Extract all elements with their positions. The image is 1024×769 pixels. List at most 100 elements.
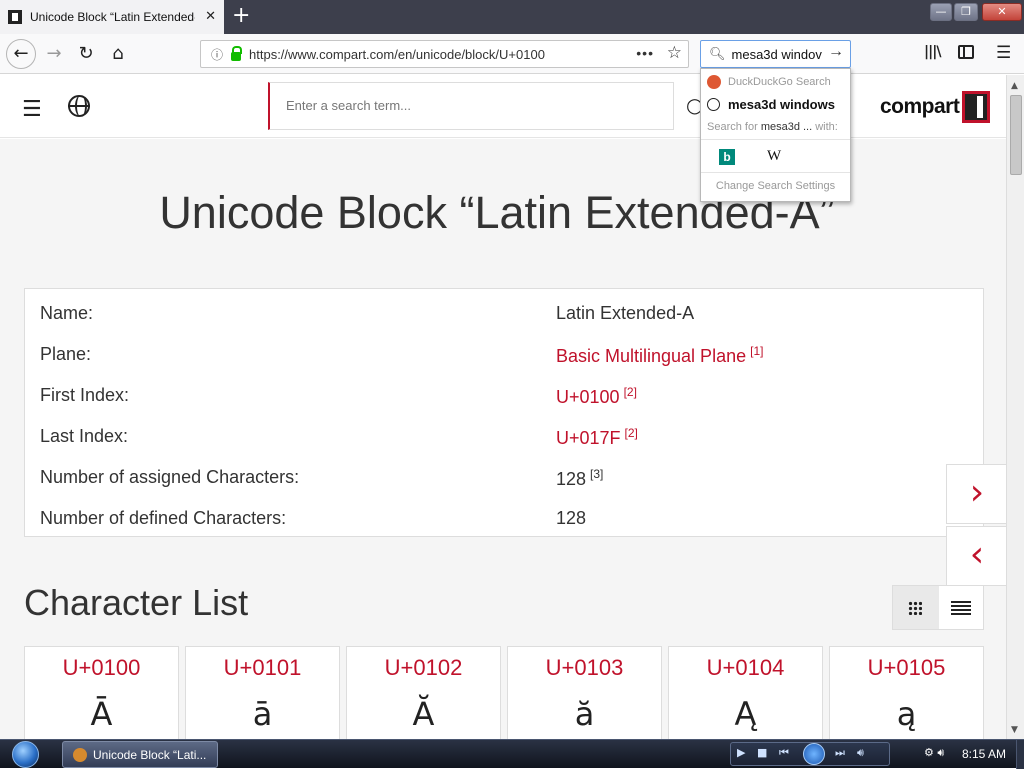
system-tray-icons[interactable]: ⚙ 🔊︎ — [924, 746, 944, 760]
bookmark-star-icon[interactable]: ☆ — [667, 43, 682, 63]
page-scrollbar[interactable]: ▲ ▼ — [1006, 75, 1024, 739]
character-card[interactable]: U+0104 Ą — [668, 646, 823, 739]
char-code: U+0100 — [62, 655, 141, 680]
info-value: 128 — [556, 508, 587, 528]
one-off-engines: b W — [701, 139, 850, 173]
window-maximize-button[interactable]: ❐ — [954, 3, 978, 21]
info-key: Name: — [40, 303, 94, 323]
main-content: Unicode Block “Latin Extended-A” Name: L… — [0, 139, 1006, 739]
new-tab-button[interactable]: + — [232, 3, 250, 28]
url-bar[interactable]: ⓘ https://www.compart.com/en/unicode/blo… — [200, 40, 689, 68]
list-icon — [951, 601, 971, 615]
scroll-up-icon[interactable]: ▲ — [1011, 81, 1018, 91]
compart-logo[interactable]: compart — [880, 91, 991, 123]
logo-mark-icon — [962, 91, 991, 123]
history-clock-icon — [707, 97, 720, 111]
media-play-icon[interactable] — [803, 743, 825, 765]
next-block-chevron-right-icon[interactable]: › — [946, 464, 1006, 524]
character-card[interactable]: U+0101 ā — [185, 646, 340, 739]
start-button[interactable] — [6, 740, 44, 769]
browser-tab[interactable]: Unicode Block “Latin Extended-A” ✕ — [0, 0, 224, 34]
list-view-button[interactable] — [939, 586, 984, 629]
info-row-name: Name: Latin Extended-A — [25, 291, 983, 332]
compart-favicon-icon — [8, 10, 22, 24]
window-close-button[interactable]: ✕ — [982, 3, 1022, 21]
character-card[interactable]: U+0105 ą — [829, 646, 984, 739]
back-arrow-icon[interactable]: ← — [6, 39, 36, 69]
url-text[interactable]: https://www.compart.com/en/unicode/block… — [249, 47, 545, 62]
site-header: ☰ Enter a search term... ○ compart — [0, 75, 1006, 138]
browser-nav-bar: ← → ↻ ⌂ ⓘ https://www.compart.com/en/uni… — [0, 34, 1024, 74]
scroll-thumb[interactable] — [1010, 95, 1022, 175]
library-icon[interactable]: |||\ — [924, 44, 941, 60]
site-info-icon[interactable]: ⓘ — [211, 46, 223, 63]
info-row-plane: Plane: Basic Multilingual Plane [1] — [25, 332, 983, 373]
char-glyph: ă — [574, 695, 595, 733]
char-code: U+0105 — [867, 655, 946, 680]
scroll-down-icon[interactable]: ▼ — [1011, 725, 1018, 735]
footnote-ref[interactable]: [3] — [590, 467, 603, 481]
media-prev-icon[interactable]: ⏮ — [779, 746, 789, 760]
char-glyph: Ă — [412, 695, 435, 733]
footnote-ref[interactable]: [1] — [750, 344, 763, 358]
tab-close-icon[interactable]: ✕ — [205, 9, 216, 24]
page-actions-icon[interactable]: ••• — [636, 45, 654, 61]
lock-icon — [231, 45, 243, 61]
info-value-link[interactable]: U+0100 [2] — [556, 385, 637, 408]
view-toggle — [892, 585, 984, 630]
home-icon[interactable]: ⌂ — [106, 42, 130, 66]
media-stop-icon[interactable]: ■ — [757, 746, 767, 759]
engine-name: DuckDuckGo Search — [728, 76, 831, 88]
wikipedia-icon[interactable]: W — [767, 148, 781, 165]
reload-icon[interactable]: ↻ — [74, 42, 98, 66]
globe-language-icon[interactable] — [68, 95, 90, 117]
media-player-toolbar: ▶ ■ ⏮ ⏭ 🔊︎ — [730, 742, 890, 766]
info-row-defined: Number of defined Characters: 128 — [25, 496, 983, 537]
media-volume-icon[interactable]: 🔊︎ — [857, 746, 864, 760]
info-row-last-index: Last Index: U+017F [2] — [25, 414, 983, 455]
history-suggestion[interactable]: mesa3d windows — [701, 93, 850, 115]
grid-view-button[interactable] — [893, 586, 939, 629]
footnote-ref[interactable]: [2] — [624, 385, 637, 399]
show-desktop-button[interactable] — [1016, 740, 1024, 769]
search-go-arrow-icon[interactable]: → — [828, 43, 844, 61]
search-icon: 🔍︎ — [709, 46, 726, 61]
footnote-ref[interactable]: [2] — [625, 426, 638, 440]
grid-icon — [908, 601, 922, 615]
taskbar-clock[interactable]: 8:15 AM — [962, 747, 1006, 761]
media-next-icon[interactable]: ⏭ — [835, 746, 845, 760]
bing-icon[interactable]: b — [719, 149, 735, 165]
info-value: Latin Extended-A — [556, 303, 695, 323]
char-code: U+0102 — [384, 655, 463, 680]
site-menu-icon[interactable]: ☰ — [22, 97, 42, 122]
character-card[interactable]: U+0100 Ā — [24, 646, 179, 739]
hamburger-menu-icon[interactable]: ☰ — [996, 43, 1011, 63]
browser-search-bar[interactable]: 🔍︎ mesa3d windov → — [700, 40, 851, 68]
info-key: Last Index: — [40, 426, 129, 446]
search-for-label: Search for mesa3d ... with: — [707, 121, 838, 133]
prev-block-chevron-left-icon[interactable]: ‹ — [946, 526, 1006, 586]
site-search-input[interactable]: Enter a search term... — [268, 82, 674, 130]
tab-title: Unicode Block “Latin Extended-A” — [30, 10, 195, 24]
block-info-table: Name: Latin Extended-A Plane: Basic Mult… — [24, 288, 984, 537]
info-value: 128 [3] — [556, 467, 604, 489]
character-card[interactable]: U+0102 Ă — [346, 646, 501, 739]
info-key: Number of defined Characters: — [40, 508, 287, 528]
info-row-first-index: First Index: U+0100 [2] — [25, 373, 983, 414]
char-code: U+0104 — [706, 655, 785, 680]
char-glyph: Ą — [734, 695, 757, 733]
info-key: First Index: — [40, 385, 130, 405]
info-value-link[interactable]: U+017F [2] — [556, 426, 638, 449]
suggestion-text: mesa3d windows — [728, 96, 835, 112]
character-list-heading: Character List — [24, 582, 249, 623]
info-value-link[interactable]: Basic Multilingual Plane [1] — [556, 344, 763, 367]
sidebar-toggle-icon[interactable] — [958, 45, 974, 59]
window-minimize-button[interactable]: — — [930, 3, 952, 21]
browser-search-input[interactable]: mesa3d windov — [732, 47, 827, 62]
taskbar-firefox-item[interactable]: Unicode Block “Lati... — [62, 741, 218, 768]
media-menu-icon[interactable]: ▶ — [737, 746, 745, 759]
change-search-settings-link[interactable]: Change Search Settings — [701, 180, 850, 192]
character-card[interactable]: U+0103 ă — [507, 646, 662, 739]
char-glyph: Ā — [90, 695, 113, 733]
forward-arrow-icon[interactable]: → — [42, 42, 66, 66]
